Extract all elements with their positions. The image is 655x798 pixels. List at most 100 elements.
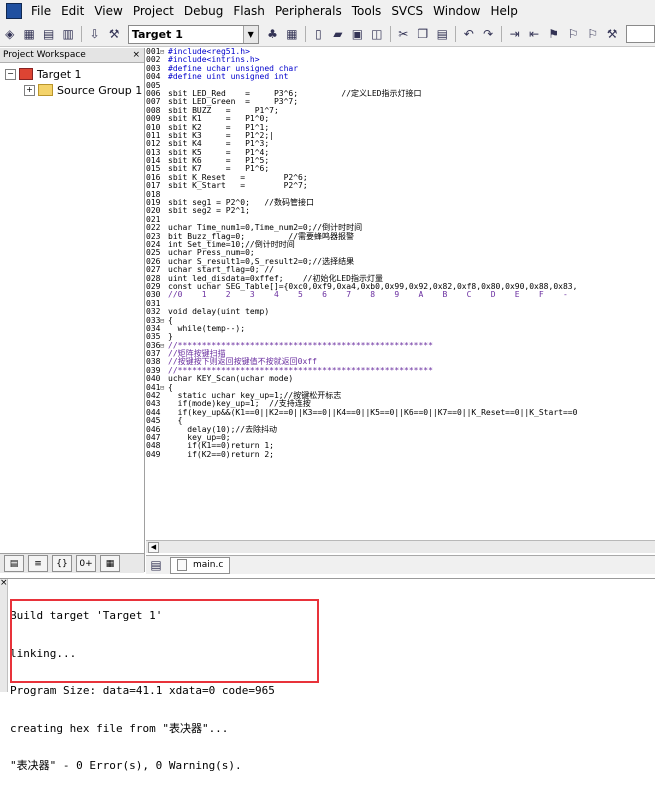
save-all-icon[interactable]: ◫ (369, 26, 384, 42)
fold-marker-icon[interactable] (160, 56, 168, 64)
fold-marker-icon[interactable] (160, 451, 168, 459)
fold-marker-icon[interactable] (160, 73, 168, 81)
functions-tab-icon[interactable]: {} (52, 555, 72, 572)
fold-marker-icon[interactable] (160, 174, 168, 182)
download-icon[interactable]: ⇩ (87, 26, 102, 42)
menu-edit[interactable]: Edit (56, 0, 89, 22)
chevron-down-icon[interactable]: ▼ (242, 25, 258, 43)
fold-marker-icon[interactable] (160, 140, 168, 148)
fold-marker-icon[interactable] (160, 350, 168, 358)
fold-marker-icon[interactable] (160, 98, 168, 106)
fold-marker-icon[interactable] (160, 207, 168, 215)
translate-icon[interactable]: ◈ (2, 26, 17, 42)
fold-marker-icon[interactable] (160, 291, 168, 299)
build-icon[interactable]: ▦ (21, 26, 36, 42)
menu-window[interactable]: Window (428, 0, 485, 22)
bookmark-icon[interactable]: ⚑ (546, 26, 561, 42)
fold-marker-icon[interactable] (160, 367, 168, 375)
fold-marker-icon[interactable] (160, 426, 168, 434)
open-file-icon[interactable]: ▰ (330, 26, 345, 42)
menu-flash[interactable]: Flash (228, 0, 269, 22)
close-icon[interactable]: × (0, 579, 8, 588)
menu-help[interactable]: Help (485, 0, 522, 22)
fold-marker-icon[interactable] (160, 241, 168, 249)
fold-marker-icon[interactable] (160, 199, 168, 207)
expand-icon[interactable]: + (24, 84, 35, 96)
prev-bookmark-icon[interactable]: ⚐ (565, 26, 580, 42)
target-select[interactable]: Target 1 ▼ (127, 24, 259, 44)
menu-peripherals[interactable]: Peripherals (270, 0, 347, 22)
fold-marker-icon[interactable] (160, 392, 168, 400)
clear-bookmarks-icon[interactable]: ⚒ (604, 26, 619, 42)
indent-icon[interactable]: ⇥ (507, 26, 522, 42)
fold-marker-icon[interactable] (160, 90, 168, 98)
fold-marker-icon[interactable] (160, 191, 168, 199)
close-icon[interactable]: × (132, 48, 140, 62)
fold-marker-icon[interactable] (160, 258, 168, 266)
fold-marker-icon[interactable] (160, 149, 168, 157)
scroll-left-icon[interactable]: ◀ (148, 542, 159, 553)
find-input[interactable] (625, 25, 655, 43)
fold-marker-icon[interactable] (160, 224, 168, 232)
fold-marker-icon[interactable]: ⊟ (160, 342, 168, 350)
menu-tools[interactable]: Tools (347, 0, 387, 22)
fold-marker-icon[interactable] (160, 182, 168, 190)
target-options-icon[interactable]: ⚒ (106, 26, 121, 42)
fold-marker-icon[interactable] (160, 124, 168, 132)
tree-item-source-group[interactable]: + Source Group 1 (0, 82, 144, 98)
fold-marker-icon[interactable] (160, 275, 168, 283)
books-tab-icon[interactable]: ≡ (28, 555, 48, 572)
fold-marker-icon[interactable] (160, 233, 168, 241)
fold-marker-icon[interactable] (160, 107, 168, 115)
rebuild-icon[interactable]: ▤ (41, 26, 56, 42)
fold-marker-icon[interactable] (160, 283, 168, 291)
fold-marker-icon[interactable] (160, 375, 168, 383)
fold-marker-icon[interactable] (160, 358, 168, 366)
fold-marker-icon[interactable] (160, 65, 168, 73)
fold-marker-icon[interactable] (160, 115, 168, 123)
unindent-icon[interactable]: ⇤ (526, 26, 541, 42)
paste-icon[interactable]: ▤ (435, 26, 450, 42)
fold-marker-icon[interactable]: ⊟ (160, 384, 168, 392)
fold-marker-icon[interactable]: ⊟ (160, 48, 168, 56)
fold-marker-icon[interactable] (160, 409, 168, 417)
project-tab-icon[interactable]: ▤ (4, 555, 24, 572)
fold-marker-icon[interactable] (160, 333, 168, 341)
file-list-icon[interactable]: ▤ (148, 557, 164, 573)
templates-tab-icon[interactable]: 0+ (76, 555, 96, 572)
redo-icon[interactable]: ↷ (480, 26, 495, 42)
manage-runtime-icon[interactable]: ▦ (284, 26, 299, 42)
undo-icon[interactable]: ↶ (461, 26, 476, 42)
fold-marker-icon[interactable] (160, 434, 168, 442)
fold-marker-icon[interactable] (160, 165, 168, 173)
fold-marker-icon[interactable]: ⊟ (160, 317, 168, 325)
fold-marker-icon[interactable] (160, 417, 168, 425)
menu-project[interactable]: Project (128, 0, 179, 22)
fold-marker-icon[interactable] (160, 442, 168, 450)
save-icon[interactable]: ▣ (350, 26, 365, 42)
new-file-icon[interactable]: ▯ (311, 26, 326, 42)
menu-file[interactable]: File (26, 0, 56, 22)
fold-marker-icon[interactable] (160, 132, 168, 140)
menu-svcs[interactable]: SVCS (386, 0, 428, 22)
menu-view[interactable]: View (89, 0, 127, 22)
tab-main-c[interactable]: main.c (170, 556, 231, 574)
fold-marker-icon[interactable] (160, 157, 168, 165)
fold-marker-icon[interactable] (160, 308, 168, 316)
cut-icon[interactable]: ✂ (396, 26, 411, 42)
fold-marker-icon[interactable] (160, 249, 168, 257)
code-editor[interactable]: 001 ⊟ #include<reg51.h> 002 #include<intrins… (146, 48, 655, 553)
fold-marker-icon[interactable] (160, 300, 168, 308)
fold-marker-icon[interactable] (160, 266, 168, 274)
manage-components-icon[interactable]: ♣ (265, 26, 280, 42)
next-bookmark-icon[interactable]: ⚐ (585, 26, 600, 42)
copy-icon[interactable]: ❐ (415, 26, 430, 42)
horizontal-scrollbar[interactable]: ◀ (146, 540, 655, 553)
registers-tab-icon[interactable]: ▦ (100, 555, 120, 572)
fold-marker-icon[interactable] (160, 400, 168, 408)
batch-build-icon[interactable]: ▥ (60, 26, 75, 42)
fold-marker-icon[interactable] (160, 216, 168, 224)
fold-marker-icon[interactable] (160, 82, 168, 90)
collapse-icon[interactable]: − (5, 68, 16, 80)
tree-item-target[interactable]: − Target 1 (0, 66, 144, 82)
